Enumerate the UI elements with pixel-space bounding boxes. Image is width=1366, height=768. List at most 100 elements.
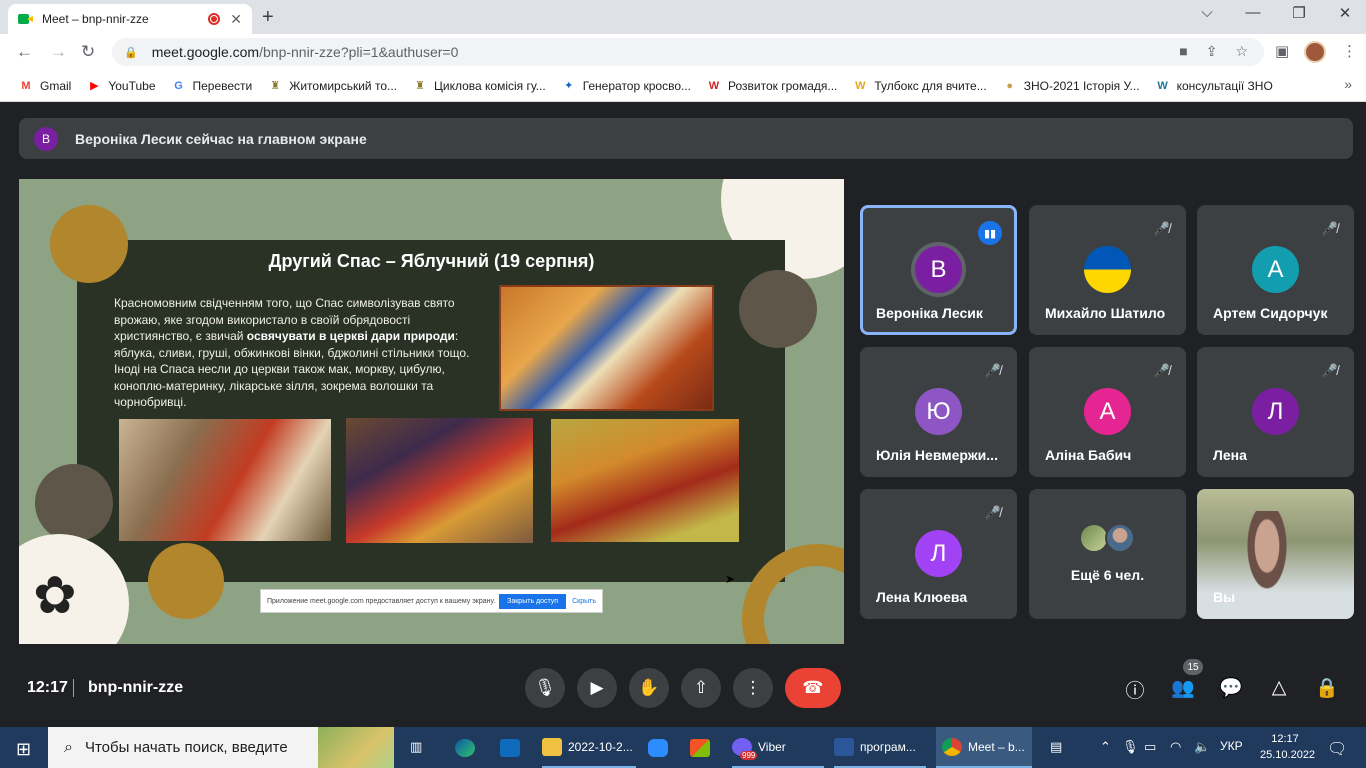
raise-hand-button[interactable]: ✋	[629, 668, 669, 708]
bookmark-icon: W	[1157, 79, 1168, 92]
hangup-icon: ☎	[802, 678, 824, 697]
taskbar-search[interactable]: ⌕ Чтобы начать поиск, введите	[48, 727, 394, 768]
bookmark-item[interactable]: ● ЗНО-2021 Історія У...	[1002, 79, 1139, 93]
bookmark-item[interactable]: G Перевести	[171, 78, 253, 93]
more-options-button[interactable]: ⋮	[733, 668, 773, 708]
url-host: meet.google.com	[151, 44, 260, 60]
edge-taskbar-button[interactable]	[455, 727, 475, 768]
self-view-tile[interactable]: Вы	[1197, 489, 1354, 619]
notifications-icon[interactable]: 🗨	[1327, 739, 1347, 759]
search-icon: ⌕	[64, 738, 73, 756]
address-bar[interactable]: 🔒 meet.google.com/bnp-nnir-zze?pli=1&aut…	[112, 38, 1264, 66]
lock-icon[interactable]: 🔒	[124, 46, 138, 59]
word-taskbar-button[interactable]: програм...	[834, 727, 926, 768]
slide-decor-circle	[739, 270, 817, 348]
menu-icon[interactable]: ⋮	[1342, 42, 1357, 60]
bookmark-item[interactable]: W Тулбокс для вчите...	[852, 79, 987, 93]
folder-icon	[542, 737, 562, 756]
bookmark-item[interactable]: ♜ Житомирський то...	[267, 79, 397, 93]
bookmarks-more-icon[interactable]: »	[1344, 76, 1352, 92]
presenter-avatar: В	[34, 126, 58, 151]
flower-drawing-icon: ✿	[33, 567, 77, 625]
bookmark-item[interactable]: ♜ Циклова комісія гу...	[412, 79, 546, 93]
bookmark-item[interactable]: W Розвиток громадя...	[706, 79, 838, 93]
zoom-icon	[648, 738, 668, 757]
reload-button[interactable]: ↻	[81, 42, 95, 62]
viber-taskbar-button[interactable]: Viber	[732, 727, 824, 768]
zoom-taskbar-button[interactable]	[648, 727, 668, 768]
bookmark-item[interactable]: M Gmail	[18, 79, 71, 93]
maximize-button[interactable]: ❐	[1276, 4, 1322, 22]
back-button[interactable]: ←	[16, 42, 33, 62]
battery-icon[interactable]: ▭	[1144, 739, 1156, 755]
task-view-icon[interactable]: ▥	[410, 739, 422, 755]
participant-name: Артем Сидорчук	[1213, 305, 1328, 321]
tab-search-icon[interactable]: ⌵	[1184, 4, 1230, 21]
meeting-info-icon[interactable]: ⓘ	[1122, 676, 1148, 703]
tab-close-icon[interactable]: ✕	[230, 11, 242, 28]
bookmark-label: Перевести	[192, 78, 253, 93]
edge-icon	[455, 738, 475, 757]
presenter-banner-text: Вероніка Лесик сейчас на главном экране	[75, 130, 367, 147]
participant-tile[interactable]: 🎤̸ Л Лена	[1197, 347, 1354, 477]
minimize-button[interactable]: —	[1230, 4, 1276, 21]
windows-start-icon[interactable]: ⊞	[16, 739, 31, 760]
present-button[interactable]: ⇧	[681, 668, 721, 708]
chrome-taskbar-button[interactable]: Meet – b...	[936, 727, 1032, 768]
participant-tile[interactable]: 🎤̸ Ю Юлія Невмержи...	[860, 347, 1017, 477]
share-icon[interactable]: ⇪	[1206, 43, 1218, 60]
news-widget-icon[interactable]: ▤	[1050, 739, 1062, 755]
store-taskbar-button[interactable]	[690, 727, 710, 768]
participant-tile[interactable]: 🎤̸ Л Лена Клюева	[860, 489, 1017, 619]
close-window-button[interactable]: ✕	[1322, 4, 1366, 22]
mic-muted-icon: 🎤̸	[984, 363, 1001, 378]
language-indicator[interactable]: УКР	[1220, 739, 1243, 753]
bookmark-item[interactable]: ✦ Генератор кросво...	[561, 79, 691, 93]
profile-avatar[interactable]	[1304, 41, 1326, 63]
leave-call-button[interactable]: ☎	[785, 668, 841, 708]
host-controls-icon[interactable]: 🔒	[1314, 676, 1340, 700]
bookmark-label: консультації ЗНО	[1176, 78, 1273, 93]
participant-avatar: В	[915, 246, 962, 293]
tab-meet[interactable]: Meet – bnp-nnir-zze ✕	[8, 4, 252, 34]
participant-tile[interactable]: 🎤̸ Михайло Шатило	[1029, 205, 1186, 335]
participant-tile[interactable]: 🎤̸ А Аліна Бабич	[1029, 347, 1186, 477]
meet-stage: В Вероніка Лесик сейчас на главном экран…	[0, 102, 1366, 727]
participant-tile[interactable]: ▮▮ В Вероніка Лесик	[860, 205, 1017, 335]
more-participants-tile[interactable]: Ещё 6 чел.	[1029, 489, 1186, 619]
bookmark-icon: W	[855, 79, 866, 92]
star-icon[interactable]: ☆	[1235, 43, 1248, 60]
bookmark-item[interactable]: Wконсультації ЗНО	[1155, 78, 1273, 93]
presentation-slide: Другий Спас – Яблучний (19 серпня) Красн…	[19, 179, 844, 644]
mic-tray-icon: 🎙	[1122, 739, 1139, 754]
participant-avatar: А	[1252, 246, 1299, 293]
sidebar-icon[interactable]: ▣	[1275, 42, 1289, 60]
stop-sharing-button[interactable]: Закрыть доступ	[499, 593, 567, 609]
microphone-icon: 🎙	[534, 678, 556, 697]
mail-taskbar-button[interactable]	[500, 727, 520, 768]
search-highlight-image	[318, 727, 394, 768]
microphone-button[interactable]: 🎙	[525, 668, 565, 708]
camera-icon[interactable]: ■	[1179, 43, 1187, 60]
hide-notice-link[interactable]: Скрыть	[572, 598, 596, 605]
bookmark-icon: ▶	[90, 79, 99, 92]
bookmark-icon: M	[21, 79, 31, 92]
bookmark-icon: G	[174, 79, 183, 92]
bookmark-label: Генератор кросво...	[582, 78, 691, 93]
activities-icon[interactable]: △	[1266, 676, 1292, 699]
present-icon: ⇧	[693, 678, 709, 697]
bookmark-item[interactable]: ▶ YouTube	[86, 79, 155, 93]
show-hidden-icons[interactable]: ⌃	[1100, 739, 1111, 755]
camera-button[interactable]: ▶	[577, 668, 617, 708]
participant-tile[interactable]: 🎤̸ А Артем Сидорчук	[1197, 205, 1354, 335]
people-icon[interactable]: 👥	[1170, 676, 1196, 700]
taskbar-clock[interactable]: 12:17 25.10.2022	[1260, 731, 1315, 763]
volume-icon[interactable]: 🔈	[1194, 739, 1210, 755]
new-tab-button[interactable]: +	[262, 6, 274, 29]
forward-button[interactable]: →	[50, 42, 67, 62]
folder-taskbar-button[interactable]: 2022-10-2...	[542, 727, 636, 768]
people-count-badge: 15	[1183, 659, 1203, 675]
chat-icon[interactable]: 💬	[1218, 676, 1244, 700]
wifi-icon[interactable]: ◠	[1170, 739, 1181, 755]
participant-name: Лена Клюева	[876, 589, 968, 605]
